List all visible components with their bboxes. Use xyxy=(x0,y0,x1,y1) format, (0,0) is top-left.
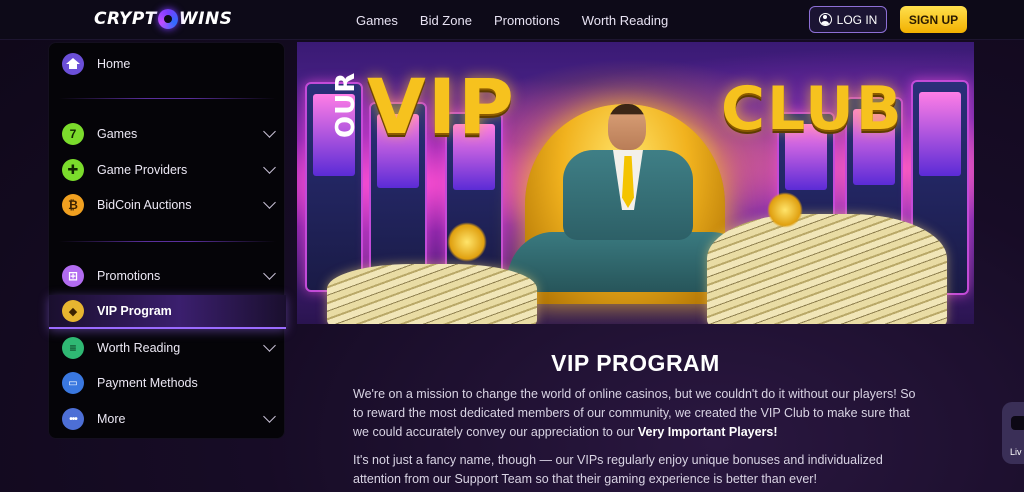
sidebar-item-label: Worth Reading xyxy=(97,341,181,355)
sidebar-item-label: Promotions xyxy=(97,269,161,283)
gold-coins-image xyxy=(447,222,487,262)
intro-bold-text: Very Important Players! xyxy=(637,425,778,439)
more-icon: ••• xyxy=(62,408,84,430)
live-chat-button[interactable]: Liv xyxy=(1002,402,1024,464)
swirl-logo-icon xyxy=(157,9,178,29)
signup-label: SIGN UP xyxy=(908,12,959,27)
benefits-paragraph: It's not just a fancy name, though — our… xyxy=(353,453,883,486)
sidebar-item-label: Game Providers xyxy=(97,163,188,177)
bitcoin-icon: ₿ xyxy=(62,194,84,216)
sidebar-item-worth-reading[interactable]: ≡ Worth Reading xyxy=(49,331,286,365)
banner-word-our: OUR xyxy=(331,71,361,138)
sidebar-item-label: Payment Methods xyxy=(97,376,198,390)
book-icon: ≡ xyxy=(62,337,84,359)
chevron-down-icon[interactable] xyxy=(263,196,276,209)
seven-icon: 7 xyxy=(62,123,84,145)
man-head-image xyxy=(608,104,646,150)
wallet-icon: ▭ xyxy=(62,372,84,394)
diamond-icon: ◆ xyxy=(62,300,84,322)
sidebar-item-home[interactable]: Home xyxy=(49,47,286,81)
sidebar-item-vip-program[interactable]: ◆ VIP Program xyxy=(49,295,286,329)
signup-button[interactable]: SIGN UP xyxy=(900,6,967,33)
home-icon xyxy=(62,53,84,75)
nav-promotions[interactable]: Promotions xyxy=(494,13,560,28)
sidebar-divider xyxy=(59,98,276,99)
login-label: LOG IN xyxy=(836,12,878,27)
logo-text-right: WINS xyxy=(178,9,233,29)
logo-text-left: CRYPT xyxy=(94,9,157,29)
sidebar-item-game-providers[interactable]: ✚ Game Providers xyxy=(49,153,286,187)
sidebar-divider xyxy=(59,241,276,242)
sidebar-item-more[interactable]: ••• More xyxy=(49,402,286,436)
banner-word-vip: VIP xyxy=(367,62,516,151)
login-button[interactable]: LOG IN xyxy=(809,6,887,33)
chevron-down-icon[interactable] xyxy=(263,125,276,138)
chat-bubble-icon xyxy=(1011,416,1024,430)
top-header: CRYPT WINS Games Bid Zone Promotions Wor… xyxy=(0,0,1024,40)
nav-bid-zone[interactable]: Bid Zone xyxy=(420,13,472,28)
sidebar-item-label: Home xyxy=(97,57,131,71)
nav-worth-reading[interactable]: Worth Reading xyxy=(582,13,668,28)
chevron-down-icon[interactable] xyxy=(263,267,276,280)
sidebar-item-promotions[interactable]: ⊞ Promotions xyxy=(49,259,286,293)
banner-word-club: CLUB xyxy=(721,74,904,144)
puzzle-icon: ✚ xyxy=(62,159,84,181)
sidebar-item-label: More xyxy=(97,412,126,426)
chevron-down-icon[interactable] xyxy=(263,161,276,174)
sidebar-item-label: Games xyxy=(97,127,138,141)
cryptowins-logo[interactable]: CRYPT WINS xyxy=(94,7,232,31)
vip-club-banner: OUR VIP CLUB xyxy=(297,42,974,324)
page-title: VIP PROGRAM xyxy=(551,350,720,376)
sidebar-item-games[interactable]: 7 Games xyxy=(49,117,286,151)
sidebar-item-payment-methods[interactable]: ▭ Payment Methods xyxy=(49,366,286,400)
nav-games[interactable]: Games xyxy=(356,13,398,28)
money-pile-image xyxy=(327,264,537,324)
user-icon xyxy=(818,13,832,26)
sidebar: Home 7 Games ✚ Game Providers ₿ BidCoin … xyxy=(48,42,286,439)
chevron-down-icon[interactable] xyxy=(263,339,276,352)
sidebar-item-label: VIP Program xyxy=(97,304,172,318)
sidebar-item-bidcoin-auctions[interactable]: ₿ BidCoin Auctions xyxy=(49,188,286,222)
chevron-down-icon[interactable] xyxy=(263,410,276,423)
main-nav: Games Bid Zone Promotions Worth Reading xyxy=(356,0,668,40)
gold-coins-image xyxy=(767,192,803,228)
gift-icon: ⊞ xyxy=(62,265,84,287)
sidebar-item-label: BidCoin Auctions xyxy=(97,198,192,212)
intro-text: We're on a mission to change the world o… xyxy=(353,387,916,439)
money-pile-image xyxy=(707,214,947,324)
intro-paragraph: We're on a mission to change the world o… xyxy=(353,385,923,442)
live-chat-label: Liv xyxy=(1010,447,1022,457)
